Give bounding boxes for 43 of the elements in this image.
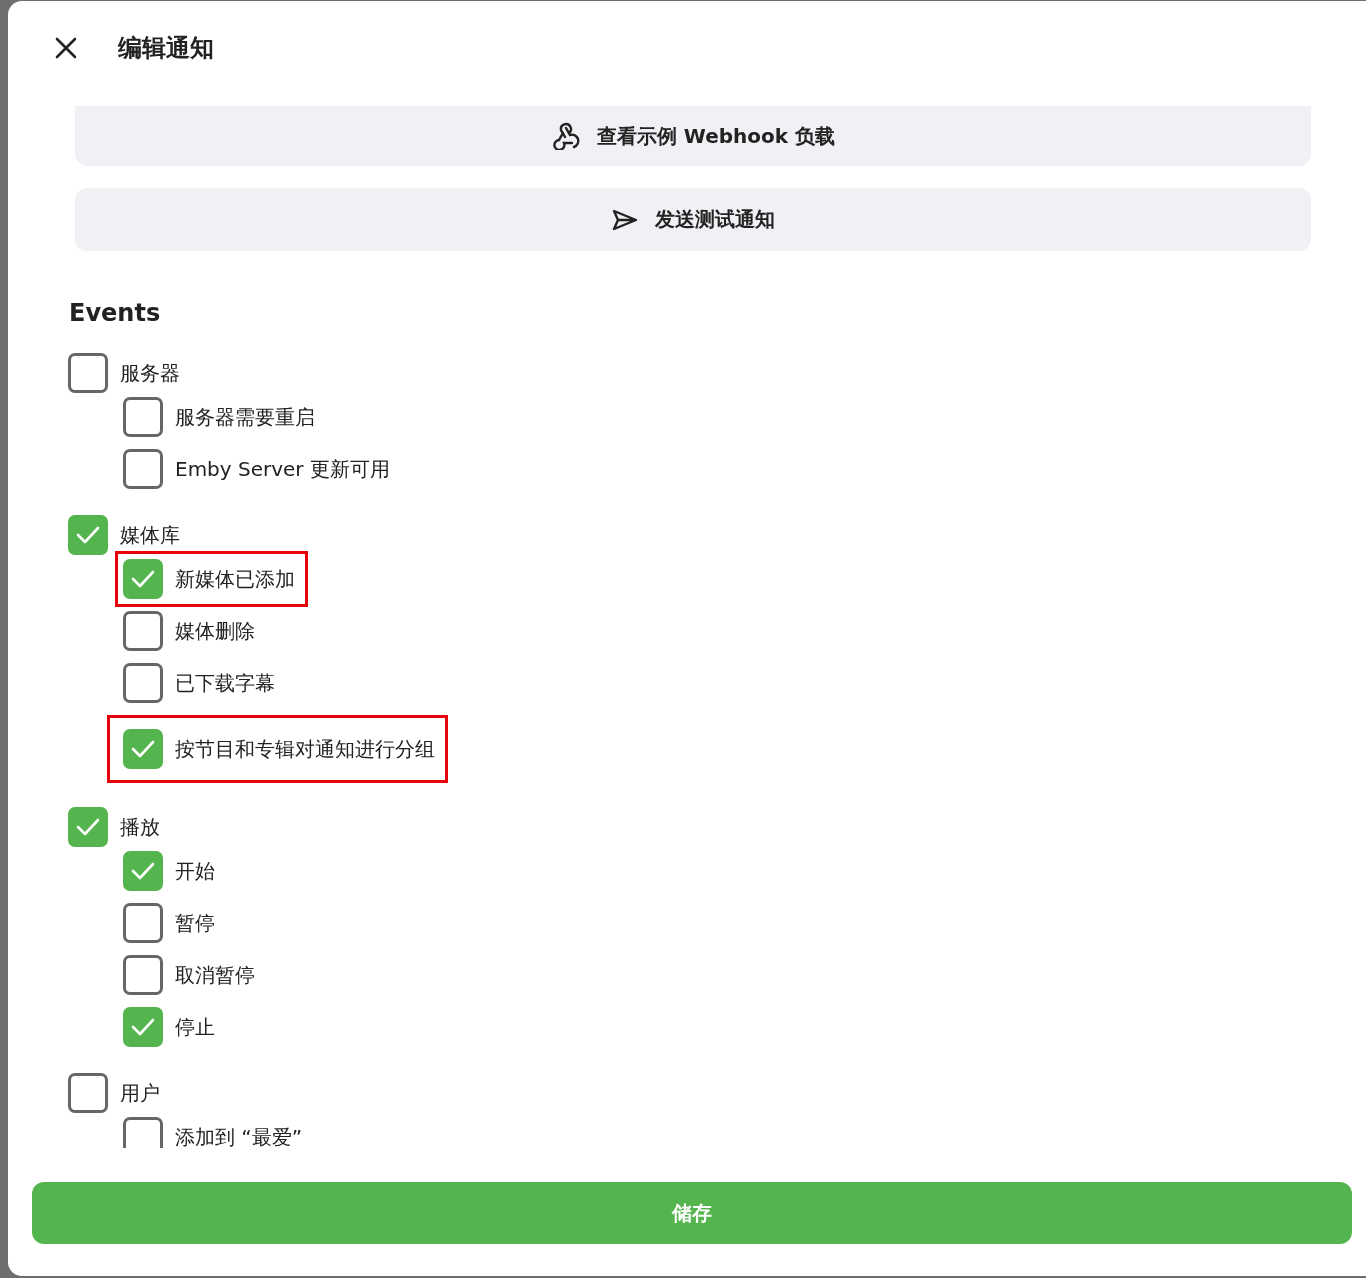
checkbox[interactable] xyxy=(68,353,108,393)
checkbox-label: 媒体库 xyxy=(120,523,180,547)
checkbox-label: 开始 xyxy=(175,859,215,883)
checkbox[interactable] xyxy=(123,955,163,995)
check-icon xyxy=(130,568,156,590)
action-button[interactable]: 查看示例 Webhook 负载 xyxy=(75,106,1311,166)
check-icon xyxy=(75,816,101,838)
checkbox[interactable] xyxy=(68,807,108,847)
check-icon xyxy=(75,524,101,546)
checkbox[interactable] xyxy=(123,903,163,943)
checkbox[interactable] xyxy=(68,1073,108,1113)
checkbox[interactable] xyxy=(123,663,163,703)
checkbox-label: 新媒体已添加 xyxy=(175,567,295,591)
send-icon xyxy=(611,207,639,232)
action-button[interactable]: 发送测试通知 xyxy=(75,188,1311,251)
webhook-icon xyxy=(550,122,581,150)
checkbox-label: 添加到 “最爱” xyxy=(175,1125,303,1148)
checkbox-label: Emby Server 更新可用 xyxy=(175,457,390,481)
check-icon xyxy=(130,1016,156,1038)
checkbox-label: 用户 xyxy=(120,1081,160,1105)
checkbox[interactable] xyxy=(123,397,163,437)
dialog-title: 编辑通知 xyxy=(118,33,214,64)
section-heading: Events xyxy=(69,299,162,327)
checkbox-label: 服务器 xyxy=(120,361,180,385)
checkbox[interactable] xyxy=(123,559,163,599)
check-icon xyxy=(130,860,156,882)
check-icon xyxy=(130,738,156,760)
close-icon xyxy=(54,36,78,60)
checkbox-label: 已下载字幕 xyxy=(175,671,275,695)
checkbox-label: 媒体删除 xyxy=(175,619,255,643)
checkbox[interactable] xyxy=(123,729,163,769)
checkbox-label: 取消暂停 xyxy=(175,963,255,987)
checkbox-label: 暂停 xyxy=(175,911,215,935)
checkbox[interactable] xyxy=(123,1117,163,1148)
checkbox[interactable] xyxy=(123,851,163,891)
checkbox-label: 按节目和专辑对通知进行分组 xyxy=(175,737,435,761)
checkbox-label: 停止 xyxy=(175,1015,215,1039)
checkbox[interactable] xyxy=(123,449,163,489)
checkbox[interactable] xyxy=(123,1007,163,1047)
checkbox-label: 服务器需要重启 xyxy=(175,405,315,429)
checkbox[interactable] xyxy=(123,611,163,651)
checkbox[interactable] xyxy=(68,515,108,555)
checkbox-label: 播放 xyxy=(120,815,160,839)
